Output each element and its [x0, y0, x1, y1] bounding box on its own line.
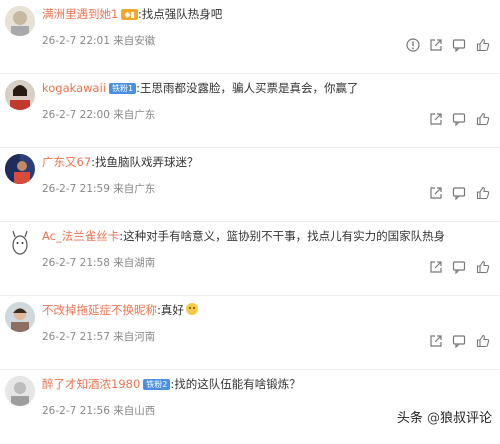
comment-line: kogakawaii 铁粉1:王思雨都没露脸，骗人买票是真会，你赢了	[42, 79, 358, 97]
smile-emoji-icon	[185, 303, 198, 315]
comment-item: 不改掉拖延症不换昵称:真好 26-2-7 21:57 来自河南	[0, 298, 500, 370]
comment-item: 满洲里遇到她1 ◆▮:找点强队热身吧 26-2-7 22:01 来自安徽	[0, 2, 500, 74]
divider	[0, 147, 500, 148]
comment-icon[interactable]	[452, 38, 466, 52]
comment-actions	[429, 334, 490, 348]
watermark: 头条 @狼叔评论	[397, 407, 492, 426]
username-link[interactable]: 满洲里遇到她1	[42, 7, 118, 21]
vip-badge-icon: ◆▮	[121, 9, 138, 20]
share-icon[interactable]	[429, 260, 443, 274]
comment-meta: 26-2-7 21:56 来自山西	[42, 403, 155, 418]
avatar[interactable]	[5, 154, 35, 184]
comment-icon[interactable]	[452, 112, 466, 126]
watermark-handle: 狼叔评论	[439, 411, 492, 426]
watermark-prefix: 头条	[396, 411, 423, 426]
comment-line: Ac_法兰雀丝卡:这种对手有啥意义，篮协别不干事，找点儿有实力的国家队热身	[42, 227, 445, 245]
divider	[0, 221, 500, 222]
avatar[interactable]	[5, 228, 35, 258]
comment-source: 来自安徽	[113, 35, 156, 47]
comment-date: 26-2-7 21:59	[42, 183, 110, 195]
comment-text: :真好	[157, 303, 184, 317]
comment-line: 广东又67:找鱼脑队戏弄球迷？	[42, 153, 199, 171]
comment-line: 不改掉拖延症不换昵称:真好	[42, 301, 198, 319]
share-icon[interactable]	[429, 38, 443, 52]
comment-line: 满洲里遇到她1 ◆▮:找点强队热身吧	[42, 5, 222, 23]
comment-text: :找鱼脑队戏弄球迷？	[91, 155, 199, 169]
comment-meta: 26-2-7 22:01 来自安徽	[42, 33, 155, 48]
comment-source: 来自山西	[113, 405, 156, 417]
comment-source: 来自湖南	[113, 257, 156, 269]
divider	[0, 369, 500, 370]
comment-actions	[406, 38, 490, 52]
share-icon[interactable]	[429, 334, 443, 348]
watermark-at: @	[426, 411, 440, 426]
comment-text: :这种对手有啥意义，篮协别不干事，找点儿有实力的国家队热身	[119, 229, 446, 243]
comment-text: :找的这队伍能有啥锻炼？	[170, 377, 301, 391]
comment-icon[interactable]	[452, 334, 466, 348]
share-icon[interactable]	[429, 186, 443, 200]
comment-date: 26-2-7 21:58	[42, 257, 110, 269]
comment-text: :找点强队热身吧	[137, 7, 223, 21]
comment-source: 来自广东	[113, 109, 156, 121]
like-icon[interactable]	[476, 334, 490, 348]
like-icon[interactable]	[476, 38, 490, 52]
comment-source: 来自广东	[113, 183, 156, 195]
comment-actions	[429, 186, 490, 200]
like-icon[interactable]	[476, 186, 490, 200]
avatar[interactable]	[5, 80, 35, 110]
comment-icon[interactable]	[452, 186, 466, 200]
comment-meta: 26-2-7 21:59 来自广东	[42, 181, 155, 196]
avatar[interactable]	[5, 302, 35, 332]
comment-item: kogakawaii 铁粉1:王思雨都没露脸，骗人买票是真会，你赢了 26-2-7…	[0, 76, 500, 148]
comment-date: 26-2-7 22:00	[42, 109, 110, 121]
comment-item: Ac_法兰雀丝卡:这种对手有啥意义，篮协别不干事，找点儿有实力的国家队热身 26…	[0, 224, 500, 296]
avatar[interactable]	[5, 6, 35, 36]
report-icon[interactable]	[406, 38, 420, 52]
comment-date: 26-2-7 21:57	[42, 331, 110, 343]
comment-actions	[429, 112, 490, 126]
comment-source: 来自河南	[113, 331, 156, 343]
username-link[interactable]: kogakawaii	[42, 81, 106, 95]
username-link[interactable]: 醉了才知酒浓1980	[42, 377, 140, 391]
fan-badge: 铁粉1	[108, 83, 137, 94]
share-icon[interactable]	[429, 112, 443, 126]
comment-meta: 26-2-7 21:58 来自湖南	[42, 255, 155, 270]
comment-item: 广东又67:找鱼脑队戏弄球迷？ 26-2-7 21:59 来自广东	[0, 150, 500, 222]
divider	[0, 295, 500, 296]
comment-text: :王思雨都没露脸，骗人买票是真会，你赢了	[136, 81, 359, 95]
divider	[0, 73, 500, 74]
username-link[interactable]: 广东又67	[42, 155, 91, 169]
fan-badge: 铁粉2	[143, 379, 171, 390]
like-icon[interactable]	[476, 260, 490, 274]
comment-date: 26-2-7 21:56	[42, 405, 110, 417]
username-link[interactable]: 不改掉拖延症不换昵称	[42, 303, 157, 317]
avatar[interactable]	[5, 376, 35, 406]
comment-actions	[429, 260, 490, 274]
comment-icon[interactable]	[452, 260, 466, 274]
like-icon[interactable]	[476, 112, 490, 126]
username-link[interactable]: Ac_法兰雀丝卡	[42, 229, 119, 243]
comment-date: 26-2-7 22:01	[42, 35, 110, 47]
comment-meta: 26-2-7 22:00 来自广东	[42, 107, 155, 122]
comment-meta: 26-2-7 21:57 来自河南	[42, 329, 155, 344]
comment-line: 醉了才知酒浓1980 铁粉2:找的这队伍能有啥锻炼？	[42, 375, 301, 393]
